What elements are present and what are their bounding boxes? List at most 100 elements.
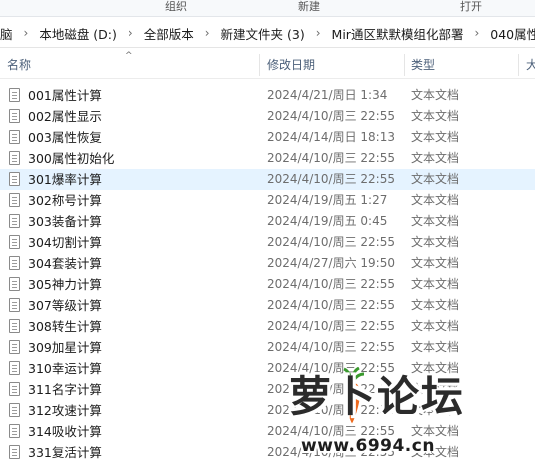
text-file-icon [9, 256, 20, 270]
file-name: 002属性显示 [28, 109, 102, 124]
column-size[interactable]: 大 [526, 50, 535, 78]
file-row[interactable]: 301爆率计算 2024/4/10/周三 22:55 文本文档 [0, 169, 535, 190]
chevron-right-icon[interactable]: › [465, 26, 488, 40]
address-bar[interactable]: 脑 › 本地磁盘 (D:) › 全部版本 › 新建文件夹 (3) › Mir通区… [0, 19, 535, 48]
text-file-icon [9, 361, 20, 375]
file-name: 304切割计算 [28, 235, 102, 250]
file-name: 300属性初始化 [28, 151, 115, 166]
file-type: 文本文档 [411, 277, 460, 291]
text-file-icon [9, 88, 20, 102]
column-divider[interactable] [404, 54, 405, 76]
file-type: 文本文档 [411, 298, 460, 312]
column-type[interactable]: 类型 [411, 50, 435, 78]
watermark-url: www.6994.cn [301, 436, 435, 456]
text-file-icon [9, 445, 20, 459]
breadcrumb-computer[interactable]: 脑 [0, 24, 15, 43]
watermark-logo: 萝卜论坛 www.6994.cn [285, 365, 530, 465]
ribbon-group-new[interactable]: 新建 [298, 0, 320, 13]
sort-up-icon: ^ [125, 51, 133, 61]
breadcrumb-drive-d[interactable]: 本地磁盘 (D:) [37, 24, 119, 43]
file-name: 310幸运计算 [28, 361, 102, 376]
file-modified-date: 2024/4/14/周日 18:13 [267, 130, 395, 144]
file-modified-date: 2024/4/19/周五 1:27 [267, 193, 388, 207]
chevron-right-icon[interactable]: › [119, 26, 142, 40]
text-file-icon [9, 382, 20, 396]
text-file-icon [9, 319, 20, 333]
file-type: 文本文档 [411, 319, 460, 333]
file-name: 301爆率计算 [28, 172, 102, 187]
file-modified-date: 2024/4/10/周三 22:55 [267, 172, 395, 186]
file-type: 文本文档 [411, 235, 460, 249]
text-file-icon [9, 193, 20, 207]
ribbon-group-open[interactable]: 打开 [460, 0, 482, 13]
column-date[interactable]: 修改日期 [267, 50, 315, 78]
file-row[interactable]: 300属性初始化 2024/4/10/周三 22:55 文本文档 [0, 148, 535, 169]
file-modified-date: 2024/4/10/周三 22:55 [267, 109, 395, 123]
file-row[interactable]: 001属性计算 2024/4/21/周日 1:34 文本文档 [0, 85, 535, 106]
text-file-icon [9, 298, 20, 312]
file-modified-date: 2024/4/10/周三 22:55 [267, 277, 395, 291]
file-row[interactable]: 305神力计算 2024/4/10/周三 22:55 文本文档 [0, 274, 535, 295]
column-name[interactable]: 名称 [7, 50, 31, 78]
file-type: 文本文档 [411, 109, 460, 123]
file-name: 003属性恢复 [28, 130, 102, 145]
file-row[interactable]: 309加星计算 2024/4/10/周三 22:55 文本文档 [0, 337, 535, 358]
column-divider[interactable] [518, 54, 519, 76]
file-modified-date: 2024/4/10/周三 22:55 [267, 298, 395, 312]
column-header: ^ 名称 修改日期 类型 大 [0, 50, 535, 79]
file-name: 001属性计算 [28, 88, 102, 103]
file-type: 文本文档 [411, 340, 460, 354]
file-name: 314吸收计算 [28, 424, 102, 439]
file-type: 文本文档 [411, 172, 460, 186]
chevron-right-icon[interactable]: › [307, 26, 330, 40]
ribbon-toolbar: 组织 新建 打开 [0, 0, 535, 17]
file-row[interactable]: 302称号计算 2024/4/19/周五 1:27 文本文档 [0, 190, 535, 211]
file-name: 308转生计算 [28, 319, 102, 334]
file-type: 文本文档 [411, 193, 460, 207]
watermark-title: 萝卜论坛 [289, 372, 466, 421]
file-row[interactable]: 003属性恢复 2024/4/14/周日 18:13 文本文档 [0, 127, 535, 148]
file-type: 文本文档 [411, 256, 460, 270]
file-modified-date: 2024/4/21/周日 1:34 [267, 88, 388, 102]
file-name: 309加星计算 [28, 340, 102, 355]
file-modified-date: 2024/4/10/周三 22:55 [267, 151, 395, 165]
chevron-right-icon[interactable]: › [196, 26, 219, 40]
file-row[interactable]: 304切割计算 2024/4/10/周三 22:55 文本文档 [0, 232, 535, 253]
file-type: 文本文档 [411, 151, 460, 165]
file-modified-date: 2024/4/10/周三 22:55 [267, 340, 395, 354]
ribbon-group-organize[interactable]: 组织 [165, 0, 187, 13]
file-row[interactable]: 307等级计算 2024/4/10/周三 22:55 文本文档 [0, 295, 535, 316]
file-modified-date: 2024/4/10/周三 22:55 [267, 319, 395, 333]
text-file-icon [9, 130, 20, 144]
file-row[interactable]: 304套装计算 2024/4/27/周六 19:50 文本文档 [0, 253, 535, 274]
file-name: 303装备计算 [28, 214, 102, 229]
breadcrumb-new-folder[interactable]: 新建文件夹 (3) [219, 24, 307, 43]
file-row[interactable]: 308转生计算 2024/4/10/周三 22:55 文本文档 [0, 316, 535, 337]
file-row[interactable]: 303装备计算 2024/4/19/周五 0:45 文本文档 [0, 211, 535, 232]
file-modified-date: 2024/4/10/周三 22:55 [267, 235, 395, 249]
file-modified-date: 2024/4/27/周六 19:50 [267, 256, 395, 270]
text-file-icon [9, 109, 20, 123]
breadcrumb-current-folder[interactable]: 040属性计算 [488, 24, 535, 43]
text-file-icon [9, 214, 20, 228]
text-file-icon [9, 151, 20, 165]
file-name: 304套装计算 [28, 256, 102, 271]
file-type: 文本文档 [411, 130, 460, 144]
file-name: 312攻速计算 [28, 403, 102, 418]
file-row[interactable]: 002属性显示 2024/4/10/周三 22:55 文本文档 [0, 106, 535, 127]
text-file-icon [9, 403, 20, 417]
text-file-icon [9, 424, 20, 438]
file-name: 307等级计算 [28, 298, 102, 313]
text-file-icon [9, 277, 20, 291]
chevron-right-icon[interactable]: › [15, 26, 38, 40]
text-file-icon [9, 235, 20, 249]
file-name: 305神力计算 [28, 277, 102, 292]
file-modified-date: 2024/4/19/周五 0:45 [267, 214, 388, 228]
text-file-icon [9, 340, 20, 354]
breadcrumb-mir-folder[interactable]: Mir通区默默模组化部署 [330, 24, 466, 43]
file-name: 311名字计算 [28, 382, 102, 397]
breadcrumb-all-versions[interactable]: 全部版本 [142, 24, 196, 43]
column-divider[interactable] [259, 54, 260, 76]
file-type: 文本文档 [411, 88, 460, 102]
file-type: 文本文档 [411, 214, 460, 228]
